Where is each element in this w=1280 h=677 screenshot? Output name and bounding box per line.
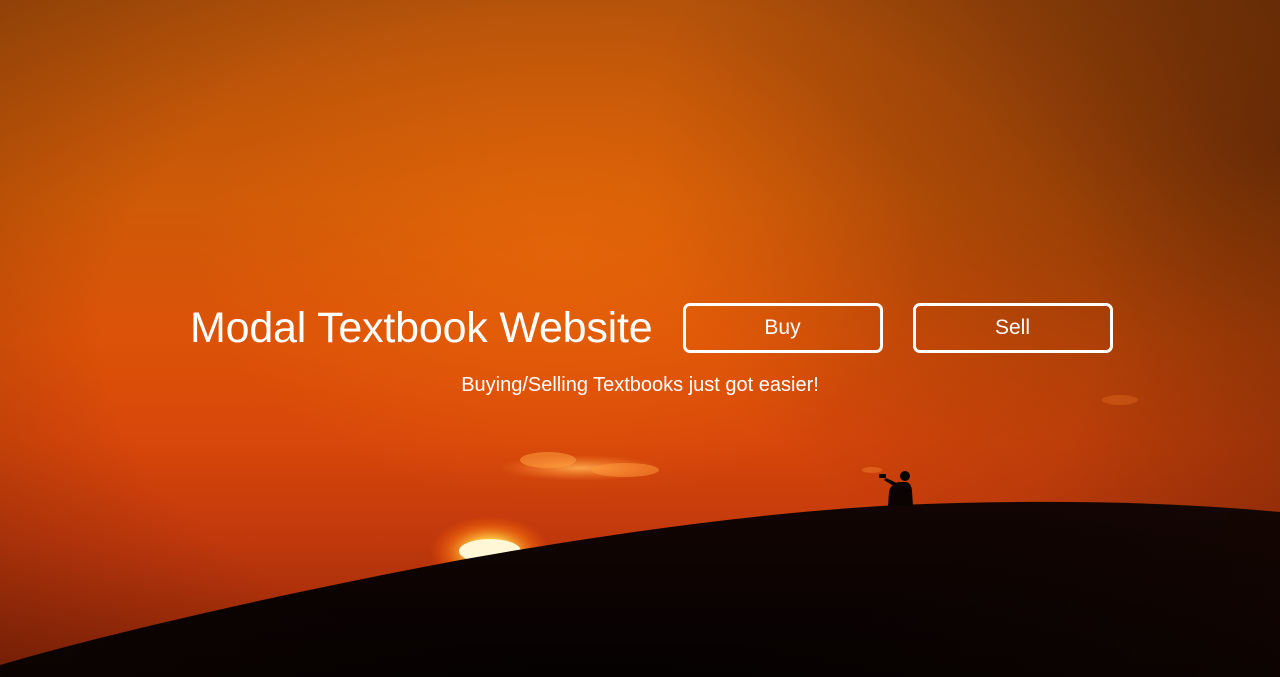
site-title: Modal Textbook Website <box>190 304 653 352</box>
sell-button[interactable]: Sell <box>912 303 1113 353</box>
dune-silhouette <box>0 501 1280 677</box>
buy-button-label: Buy <box>764 316 801 339</box>
buy-button[interactable]: Buy <box>682 303 883 353</box>
hero-header-row: Modal Textbook Website Buy Sell <box>190 302 1113 354</box>
cloud-wisps <box>500 395 1138 481</box>
sell-button-label: Sell <box>994 316 1031 339</box>
hero-section: Modal Textbook Website Buy Sell Buying/S… <box>0 0 1280 677</box>
person-silhouette <box>879 471 913 506</box>
tagline: Buying/Selling Textbooks just got easier… <box>461 374 819 396</box>
